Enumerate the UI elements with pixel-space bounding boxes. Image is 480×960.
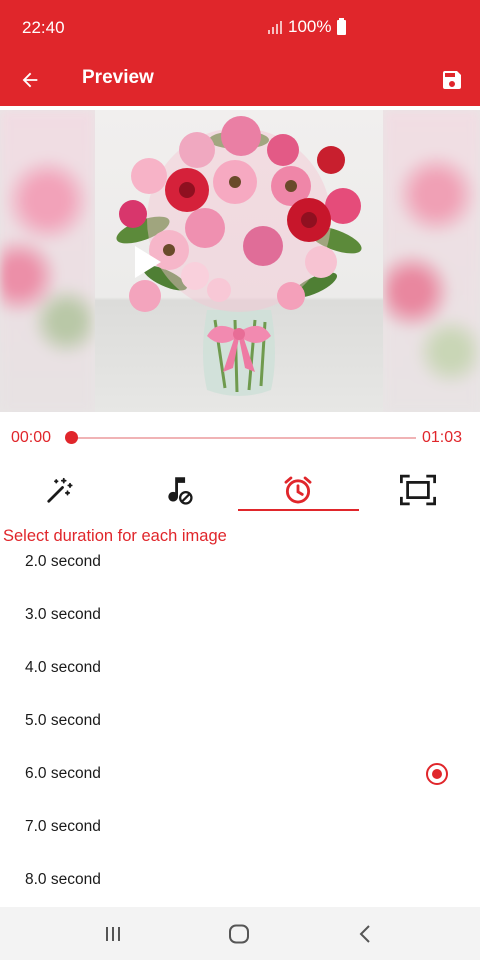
duration-option-8s[interactable]: 8.0 second bbox=[0, 854, 480, 907]
selected-radio[interactable] bbox=[426, 763, 448, 785]
tab-music[interactable] bbox=[118, 468, 238, 512]
duration-option-7s[interactable]: 7.0 second bbox=[0, 801, 480, 854]
nav-back-button[interactable] bbox=[345, 919, 385, 949]
app-bar: Preview bbox=[0, 54, 480, 106]
current-time: 00:00 bbox=[11, 429, 52, 446]
duration-option-label: 7.0 second bbox=[25, 818, 101, 835]
recents-icon bbox=[106, 927, 120, 941]
play-button[interactable] bbox=[117, 234, 173, 290]
duration-option-6s[interactable]: 6.0 second bbox=[0, 748, 480, 801]
battery-percent: 100% bbox=[288, 17, 332, 36]
tab-effects[interactable] bbox=[0, 468, 120, 512]
editor-tabs bbox=[0, 468, 480, 516]
status-time: 22:40 bbox=[22, 18, 65, 37]
home-button[interactable] bbox=[219, 919, 259, 949]
status-bar: 22:40 100% bbox=[0, 0, 480, 54]
page-title: Preview bbox=[82, 67, 154, 88]
duration-option-4s[interactable]: 4.0 second bbox=[0, 642, 480, 695]
total-time: 01:03 bbox=[422, 429, 463, 446]
video-preview[interactable] bbox=[0, 110, 480, 412]
duration-option-2s[interactable]: 2.0 second bbox=[0, 536, 480, 589]
tab-indicator bbox=[238, 509, 359, 511]
duration-option-3s[interactable]: 3.0 second bbox=[0, 589, 480, 642]
arrow-left-icon bbox=[22, 72, 38, 88]
duration-option-label: 4.0 second bbox=[25, 659, 101, 676]
back-button[interactable] bbox=[12, 62, 48, 98]
tab-duration[interactable] bbox=[238, 468, 358, 512]
duration-option-5s[interactable]: 5.0 second bbox=[0, 695, 480, 748]
aspect-ratio-icon bbox=[400, 474, 436, 506]
alarm-clock-icon bbox=[284, 476, 312, 504]
battery-icon bbox=[337, 17, 347, 35]
save-button[interactable] bbox=[434, 62, 470, 98]
timeline: 00:00 01:03 bbox=[0, 420, 480, 456]
duration-option-label: 8.0 second bbox=[25, 871, 101, 888]
status-indicators: 100% bbox=[268, 17, 347, 37]
duration-option-label: 3.0 second bbox=[25, 606, 101, 623]
back-chevron-icon bbox=[359, 925, 370, 943]
blurred-background-left bbox=[0, 110, 95, 412]
play-icon bbox=[135, 246, 161, 278]
seek-thumb[interactable] bbox=[65, 431, 78, 444]
home-icon bbox=[229, 924, 249, 944]
save-floppy-icon bbox=[443, 71, 461, 89]
duration-option-label: 5.0 second bbox=[25, 712, 101, 729]
system-nav-bar bbox=[0, 907, 480, 960]
recents-button[interactable] bbox=[93, 919, 133, 949]
music-off-icon bbox=[168, 477, 193, 505]
signal-icon bbox=[268, 20, 282, 34]
seek-bar[interactable] bbox=[71, 437, 416, 439]
tab-ratio[interactable] bbox=[358, 468, 478, 512]
blurred-background-right bbox=[383, 110, 480, 412]
duration-option-label: 2.0 second bbox=[25, 553, 101, 570]
magic-wand-icon bbox=[47, 477, 73, 503]
duration-option-label: 6.0 second bbox=[25, 765, 101, 782]
